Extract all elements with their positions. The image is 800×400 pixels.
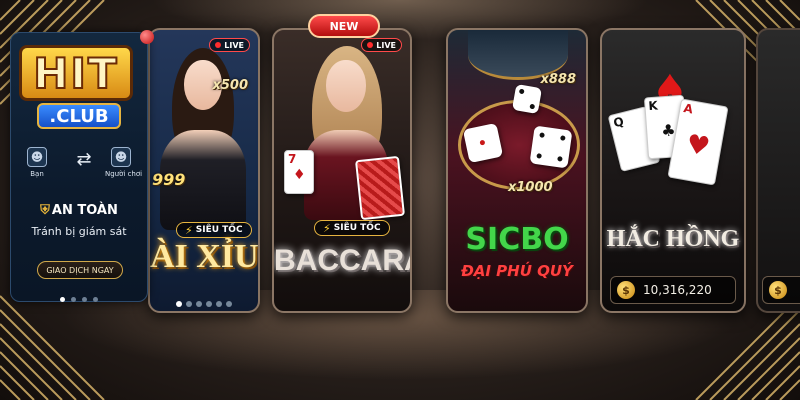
pip — [536, 153, 542, 159]
multiplier-top: x500 — [212, 78, 248, 93]
pagination-dot — [186, 301, 192, 307]
pip — [529, 103, 536, 110]
speed-label: SIÊU TỐC — [195, 225, 243, 235]
playing-card-back — [354, 155, 406, 221]
hit-club-logo[interactable]: HIT .CLUB — [17, 39, 135, 131]
live-label: LIVE — [224, 40, 244, 50]
trade-now-button[interactable]: GIAO DỊCH NGAY — [37, 261, 123, 279]
die-icon — [511, 83, 543, 115]
game-title-baccarat: BACCARAT — [274, 244, 410, 277]
card-rank: A — [682, 101, 695, 117]
playing-card-front: 7 ♦ — [284, 150, 314, 194]
pagination-dot — [216, 301, 222, 307]
pip — [479, 139, 486, 146]
game-card-hachong[interactable]: ♠ Q K ♣ A ♥ HẮC HỒNG $ 10,316,220 — [600, 28, 746, 313]
pagination-dot — [196, 301, 202, 307]
pip — [518, 88, 525, 95]
pagination-dot[interactable] — [82, 297, 87, 302]
panel-pagination — [11, 287, 147, 306]
lightning-icon: ⚡ — [323, 221, 331, 235]
side-panel: HIT .CLUB ☻ Bạn ⇄ ☻ Người chơi ⛨ AN TOÀN … — [10, 32, 148, 302]
pip — [557, 156, 563, 162]
dollar-coin-icon: $ — [769, 281, 787, 299]
transfer-section: ☻ Bạn ⇄ ☻ Người chơi — [21, 147, 143, 187]
diamond-icon: ♦ — [293, 167, 306, 183]
live-label: LIVE — [376, 40, 396, 50]
card-rank: 7 — [288, 152, 297, 166]
user-icon: ☻ — [27, 147, 47, 167]
game-title-taixiu: ÀI XỈU — [150, 238, 259, 275]
pagination-dot[interactable] — [93, 297, 98, 302]
shield-icon: ⛨ — [40, 203, 50, 218]
live-dot-icon — [367, 42, 374, 48]
live-dot-icon — [215, 42, 222, 48]
speed-tag: ⚡ SIÊU TỐC — [314, 220, 390, 236]
new-badge: NEW — [308, 14, 380, 38]
speed-tag: ⚡ SIÊU TỐC — [176, 222, 252, 238]
dollar-coin-icon: $ — [617, 281, 635, 299]
pip — [560, 135, 566, 141]
friend-player-label: Người chơi — [105, 170, 143, 178]
safe-title: AN TOÀN — [51, 203, 118, 218]
multiplier-bottom: x1000 — [508, 180, 553, 195]
friend-you-label: Bạn — [30, 170, 44, 178]
notification-dot — [140, 30, 154, 44]
game-lobby-banner: HIT .CLUB ☻ Bạn ⇄ ☻ Người chơi ⛨ AN TOÀN … — [0, 0, 800, 400]
pagination-dot — [176, 301, 182, 307]
pagination-dot[interactable] — [71, 297, 76, 302]
pagination-dot — [226, 301, 232, 307]
friend-you[interactable]: ☻ Bạn — [21, 147, 53, 178]
safe-heading: ⛨ AN TOÀN — [11, 203, 147, 218]
logo-hit-text: HIT — [19, 45, 133, 101]
user-icon: ☻ — [111, 147, 131, 167]
game-title-hachong: HẮC HỒNG — [606, 226, 740, 252]
friend-player[interactable]: ☻ Người chơi — [105, 147, 143, 178]
card-rank: K — [648, 98, 659, 114]
jackpot-display: $ 10,316,220 — [610, 276, 736, 304]
die-icon — [462, 122, 504, 164]
game-card-sicbo[interactable]: x888 x1000 SICBO ĐẠI PHÚ QUÝ — [446, 28, 588, 313]
game-card-next[interactable]: $ — [756, 28, 800, 313]
game-title-sicbo: SICBO — [465, 222, 569, 257]
logo-club-text: .CLUB — [37, 103, 121, 129]
heart-icon: ♥ — [683, 129, 713, 163]
multiplier-side: 999 — [152, 170, 186, 189]
multiplier-top: x888 — [540, 72, 576, 87]
swap-arrows-icon: ⇄ — [76, 149, 92, 170]
jackpot-value: 10,316,220 — [643, 283, 712, 297]
dealer-face — [326, 60, 366, 112]
card-rank: Q — [611, 114, 626, 131]
lightning-icon: ⚡ — [185, 223, 193, 237]
game-card-taixiu[interactable]: LIVE x500 999 ⚡ SIÊU TỐC ÀI XỈU — [148, 28, 260, 313]
die-icon — [529, 125, 573, 169]
game-card-baccarat[interactable]: LIVE 7 ♦ ⚡SIÊU TỐC BACCARAT — [272, 28, 412, 313]
pagination-dot[interactable] — [60, 297, 65, 302]
pagination-dot — [206, 301, 212, 307]
speed-label: SIÊU TỐC — [333, 223, 381, 233]
live-badge: LIVE — [361, 38, 402, 52]
live-badge: LIVE — [209, 38, 250, 52]
safe-subtitle: Tránh bị giám sát — [31, 225, 127, 238]
jackpot-display: $ — [762, 276, 800, 304]
card-pagination — [150, 292, 258, 311]
pip — [539, 132, 545, 138]
game-subtitle-sicbo: ĐẠI PHÚ QUÝ — [461, 262, 573, 280]
